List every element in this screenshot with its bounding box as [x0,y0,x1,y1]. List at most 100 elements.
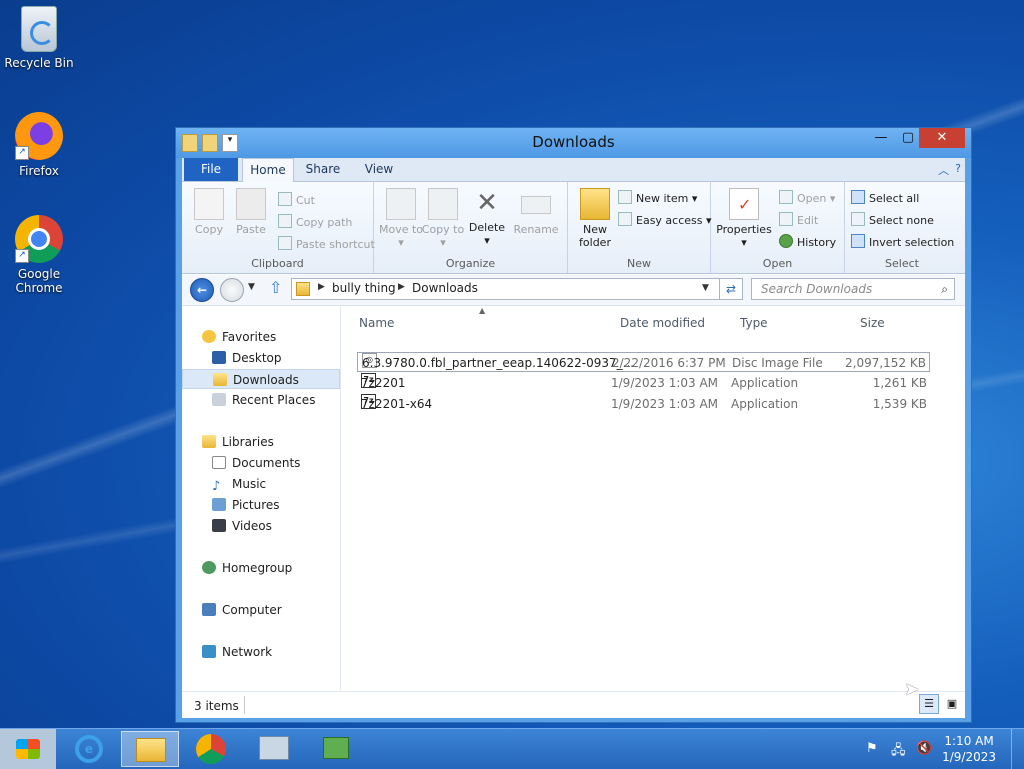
show-desktop-button[interactable] [1011,729,1024,769]
nav-item-desktop[interactable]: Desktop [182,348,370,368]
select-all-button[interactable]: Select all [851,190,919,205]
back-button[interactable]: ← [190,278,214,302]
libraries-icon [202,435,216,448]
title-bar[interactable]: ▾ Downloads — ▢ ✕ [176,128,971,158]
desktop-icon-google-chrome[interactable]: ↗ Google Chrome [0,215,78,295]
paste-button[interactable]: Paste [228,188,274,236]
column-header-size[interactable]: Size [860,316,885,330]
edit-label: Edit [797,214,819,227]
search-input[interactable]: Search Downloads ⌕ [751,278,955,300]
tab-share[interactable]: Share [298,158,348,181]
taskbar-internet-explorer[interactable]: e [60,731,118,767]
collapse-ribbon-icon[interactable]: ︿ [938,162,949,178]
nav-item-libraries[interactable]: Libraries [182,432,360,452]
window-title: Downloads [532,133,615,151]
nav-item-computer[interactable]: Computer [182,600,360,620]
status-divider [244,696,245,714]
open-button[interactable]: Open ▾ [779,190,835,205]
up-arrow-icon[interactable]: ⇧ [269,278,282,297]
edit-button[interactable]: Edit [779,212,818,227]
tab-home[interactable]: Home [242,158,294,182]
breadcrumb-downloads[interactable]: Downloads [412,281,478,295]
history-button[interactable]: History [779,234,836,249]
copy-to-button[interactable]: Copy to ▾ [420,188,466,249]
history-label: History [797,236,837,249]
address-bar[interactable]: ▶ bully thing ▶ Downloads ▼ [291,278,721,300]
close-button[interactable]: ✕ [919,128,965,148]
shortcut-arrow-icon: ↗ [15,146,29,160]
desktop-icon-recycle-bin[interactable]: Recycle Bin [0,6,78,70]
file-row[interactable]: 7z 7z2201 1/9/2023 1:03 AM Application 1,… [357,373,930,393]
select-all-label: Select all [869,192,920,205]
nav-item-pictures[interactable]: Pictures [182,495,370,515]
nav-item-documents[interactable]: Documents [182,453,370,473]
help-icon[interactable]: ? [955,162,961,178]
music-icon: ♪ [212,479,221,494]
system-clock[interactable]: 1:10 AM 1/9/2023 [942,733,996,765]
column-header-type[interactable]: Type [740,316,768,330]
nav-item-videos[interactable]: Videos [182,516,370,536]
nav-item-recent-places[interactable]: Recent Places [182,390,370,410]
forward-button[interactable] [220,278,244,302]
copy-path-button[interactable]: Copy path [278,214,352,229]
column-header-date-modified[interactable]: Date modified [620,316,705,330]
sort-ascending-icon: ▲ [479,306,486,315]
file-row[interactable]: ◎ 6.3.9780.0.fbl_partner_eeap.140622-0937… [357,352,930,372]
move-to-button[interactable]: Move to ▾ [378,188,424,249]
nav-item-network[interactable]: Network [182,642,360,662]
large-icons-view-button[interactable]: ▣ [942,694,962,714]
properties-icon: ✓ [729,188,759,220]
rename-button[interactable]: Rename [510,188,562,236]
easy-access-label: Easy access ▾ [636,214,712,227]
nav-item-favorites[interactable]: Favorites [182,327,360,347]
taskbar-app-5[interactable] [307,731,365,767]
taskbar-file-explorer[interactable] [121,731,179,767]
select-none-icon [851,212,865,226]
window-body: File Home Share View ︿ ? Copy Paste Cut [182,158,965,718]
open-label: Open ▾ [797,192,836,205]
refresh-button[interactable]: ⇄ [719,278,743,300]
paste-shortcut-button[interactable]: Paste shortcut [278,236,375,251]
nav-label: Libraries [222,435,274,449]
invert-selection-button[interactable]: Invert selection [851,234,954,249]
cut-button[interactable]: Cut [278,192,315,207]
ribbon: Copy Paste Cut Copy path Paste shortcut … [182,182,965,274]
breadcrumb-bully-thing[interactable]: bully thing [332,281,396,295]
delete-x-icon: ✕ [476,188,498,218]
breadcrumb-chevron-icon[interactable]: ▶ [398,282,405,292]
tab-view[interactable]: View [354,158,404,181]
computer-icon [202,603,216,616]
new-folder-button[interactable]: New folder [572,188,618,249]
properties-label: Properties [716,223,772,236]
recent-locations-dropdown[interactable]: ▼ [248,282,255,292]
videos-icon [212,519,226,532]
easy-access-button[interactable]: Easy access ▾ [618,212,712,227]
desktop-icon-firefox[interactable]: ↗ Firefox [0,112,78,178]
nav-item-homegroup[interactable]: Homegroup [182,558,360,578]
file-row[interactable]: 7z 7z2201-x64 1/9/2023 1:03 AM Applicatio… [357,394,930,414]
file-type: Application [731,376,799,390]
properties-button[interactable]: ✓ Properties ▾ [715,188,773,249]
details-view-button[interactable]: ☰ [919,694,939,714]
address-dropdown-icon[interactable]: ▼ [702,283,709,293]
taskbar-app-4[interactable] [245,731,303,767]
delete-button[interactable]: ✕ Delete ▾ [464,188,510,247]
column-header-name[interactable]: Name [359,316,394,330]
nav-item-music[interactable]: ♪ Music [182,474,370,494]
taskbar-chrome[interactable] [182,731,240,767]
select-none-button[interactable]: Select none [851,212,934,227]
action-center-flag-icon[interactable]: ⚑ [866,741,878,756]
chrome-icon [196,734,226,764]
breadcrumb-chevron-icon[interactable]: ▶ [318,282,325,292]
control-panel-icon [259,736,289,760]
copy-button[interactable]: Copy [186,188,232,236]
network-tray-icon[interactable]: 🖧 [891,741,906,763]
nav-label: Desktop [232,351,282,365]
nav-item-downloads[interactable]: Downloads [182,369,340,389]
new-item-button[interactable]: New item ▾ [618,190,697,205]
minimize-button[interactable]: — [866,128,896,148]
nav-label: Computer [222,603,282,617]
tab-file[interactable]: File [184,158,238,181]
volume-muted-icon[interactable]: 🔇 [916,741,932,756]
start-button[interactable] [0,729,56,769]
